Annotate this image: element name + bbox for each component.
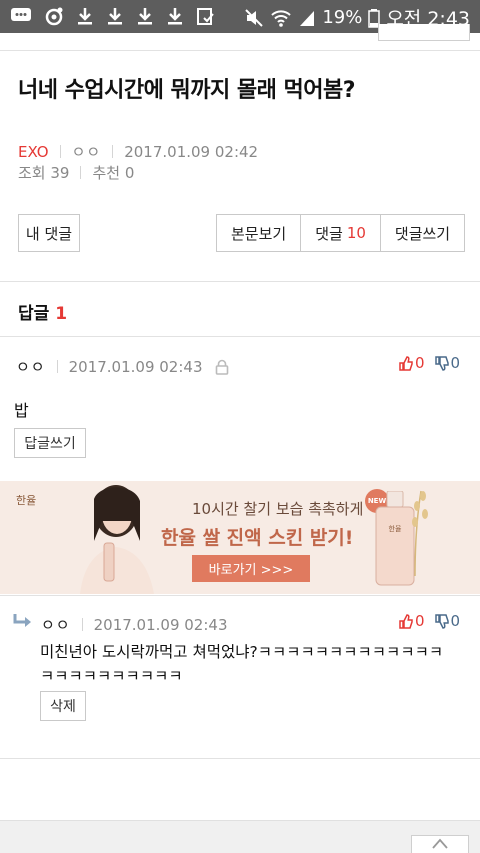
dislike-count: 0 bbox=[450, 354, 461, 372]
wifi-icon bbox=[271, 9, 292, 27]
ad-cta-button[interactable]: 바로가기 >>> bbox=[192, 555, 310, 582]
comment-text: 밥 bbox=[14, 401, 29, 420]
thumbs-up-icon bbox=[399, 613, 413, 629]
ad-subheadline: 한율 쌀 진액 스킨 받기! bbox=[161, 527, 354, 549]
clipboard-check-icon bbox=[197, 8, 214, 25]
reply-dislike-button[interactable]: 0 bbox=[434, 612, 461, 630]
reply-arrow-icon bbox=[13, 614, 31, 627]
reply-datetime: 2017.01.09 02:43 bbox=[93, 615, 228, 634]
comment-datetime: 2017.01.09 02:43 bbox=[68, 357, 203, 376]
ad-grain-decoration bbox=[412, 490, 428, 576]
thumbs-down-icon bbox=[434, 355, 449, 371]
my-comments-button[interactable]: 내 댓글 bbox=[18, 214, 80, 252]
reply-text-line1: 미친년아 도시락까먹고 쳐먹었냐?ㅋㅋㅋㅋㅋㅋㅋㅋㅋㅋㅋㅋㅋ bbox=[40, 643, 444, 661]
meta-separator bbox=[59, 145, 61, 158]
meta-separator bbox=[112, 145, 114, 158]
replies-header: 답글 1 bbox=[18, 299, 67, 324]
download-icon-3 bbox=[138, 8, 152, 25]
download-icon-2 bbox=[108, 8, 122, 25]
reply-write-button[interactable]: 답글쓰기 bbox=[14, 428, 86, 458]
reply-meta: ㅇㅇ 2017.01.09 02:43 bbox=[41, 614, 228, 635]
ad-brand: 한율 bbox=[16, 494, 37, 507]
post-datetime: 2017.01.09 02:42 bbox=[124, 142, 259, 161]
comment-meta: ㅇㅇ 2017.01.09 02:43 bbox=[16, 356, 229, 377]
ad-banner[interactable]: 한율 10시간 찰기 보습 촉촉하게 한율 쌀 진액 스킨 받기! 바로가기 >… bbox=[0, 481, 480, 594]
lock-icon bbox=[215, 359, 228, 375]
comments-label: 댓글 bbox=[315, 224, 343, 243]
post-views: 조회 39 bbox=[18, 164, 70, 182]
download-icon bbox=[78, 8, 92, 25]
reply-author: ㅇㅇ bbox=[41, 616, 71, 634]
divider bbox=[0, 50, 480, 51]
delete-button[interactable]: 삭제 bbox=[40, 691, 86, 721]
scroll-top-button[interactable] bbox=[411, 835, 469, 853]
comments-button[interactable]: 댓글 10 bbox=[301, 215, 381, 251]
like-button[interactable]: 0 bbox=[399, 354, 425, 372]
reply-dislike-count: 0 bbox=[450, 612, 461, 630]
comment-author: ㅇㅇ bbox=[16, 358, 46, 376]
write-comment-button[interactable]: 댓글쓰기 bbox=[381, 215, 464, 251]
post-meta: EXO ㅇㅇ 2017.01.09 02:42 bbox=[18, 141, 258, 162]
signal-icon bbox=[300, 10, 315, 26]
meta-separator bbox=[81, 618, 83, 631]
comment-votes: 0 0 bbox=[399, 354, 460, 372]
comments-count: 10 bbox=[346, 224, 366, 242]
reply-text-line2: ㅋㅋㅋㅋㅋㅋㅋㅋㅋㅋ bbox=[40, 667, 183, 685]
post-recommends: 추천 0 bbox=[92, 164, 135, 182]
divider bbox=[0, 758, 480, 759]
sync-icon bbox=[45, 7, 63, 26]
like-count: 0 bbox=[415, 354, 425, 372]
post-stats: 조회 39 추천 0 bbox=[18, 162, 134, 183]
footer-bar bbox=[0, 820, 480, 853]
post-action-group: 본문보기 댓글 10 댓글쓰기 bbox=[216, 214, 466, 252]
download-icon-4 bbox=[168, 8, 182, 25]
dislike-button[interactable]: 0 bbox=[434, 354, 461, 372]
ad-model-image bbox=[80, 485, 154, 594]
mute-icon bbox=[245, 8, 264, 27]
divider bbox=[0, 595, 480, 596]
battery-percent: 19% bbox=[322, 7, 363, 28]
reply-votes: 0 0 bbox=[399, 612, 460, 630]
chevron-up-icon bbox=[432, 838, 448, 849]
meta-separator bbox=[56, 360, 58, 373]
top-partial-button[interactable] bbox=[378, 24, 470, 41]
post-title: 너네 수업시간에 뭐까지 몰래 먹어봄? bbox=[18, 78, 356, 103]
view-post-button[interactable]: 본문보기 bbox=[217, 215, 302, 251]
post-category[interactable]: EXO bbox=[18, 143, 49, 161]
chat-icon bbox=[11, 8, 31, 21]
ad-headline: 10시간 찰기 보습 촉촉하게 bbox=[192, 500, 364, 518]
reply-like-button[interactable]: 0 bbox=[399, 612, 425, 630]
replies-count: 1 bbox=[55, 304, 68, 324]
thumbs-up-icon bbox=[399, 355, 413, 371]
reply-like-count: 0 bbox=[415, 612, 425, 630]
thumbs-down-icon bbox=[434, 613, 449, 629]
divider bbox=[0, 336, 480, 337]
divider bbox=[0, 281, 480, 282]
replies-label: 답글 bbox=[18, 304, 50, 324]
post-author: ㅇㅇ bbox=[71, 143, 102, 161]
meta-separator bbox=[80, 166, 82, 179]
